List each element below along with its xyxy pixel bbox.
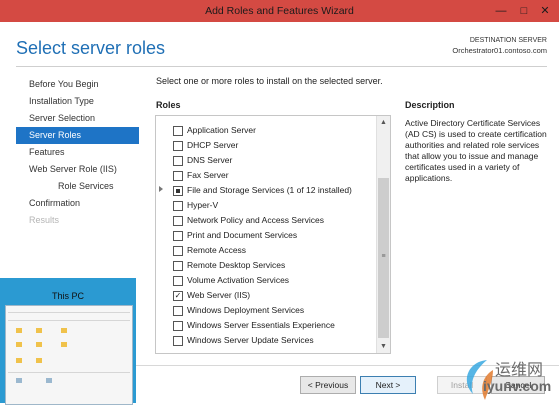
scroll-thumb[interactable]: ≡ (378, 178, 389, 338)
role-checkbox[interactable] (173, 186, 183, 196)
role-item[interactable]: Fax Server (156, 168, 376, 183)
role-item[interactable]: Volume Activation Services (156, 273, 376, 288)
role-label: Application Server (187, 125, 256, 135)
role-label: Network Policy and Access Services (187, 215, 324, 225)
role-label: File and Storage Services (1 of 12 insta… (187, 185, 352, 195)
thumbnail-title: This PC (51, 291, 84, 301)
nav-item-results: Results (29, 215, 60, 225)
watermark-text-url: iyunv.com (483, 378, 552, 394)
minimize-icon[interactable]: — (494, 4, 508, 18)
role-item[interactable]: Windows Deployment Services (156, 303, 376, 318)
role-label: Windows Deployment Services (187, 305, 305, 315)
destination-server-label: DESTINATION SERVER (469, 37, 547, 44)
role-item[interactable]: DNS Server (156, 153, 376, 168)
role-label: DNS Server (187, 155, 233, 165)
page-title: Select server roles (16, 38, 166, 58)
nav-item-features[interactable]: Features (16, 144, 139, 161)
role-label: Web Server (IIS) (187, 290, 251, 300)
role-item[interactable]: Application Server (156, 123, 376, 138)
expand-arrow-icon[interactable] (159, 186, 163, 192)
role-label: Volume Activation Services (187, 275, 290, 285)
role-item[interactable]: Windows Server Essentials Experience (156, 318, 376, 333)
role-checkbox[interactable] (173, 321, 183, 331)
title-bar: Add Roles and Features Wizard — □ ✕ (0, 0, 559, 22)
nav-item-confirmation[interactable]: Confirmation (16, 195, 139, 212)
window-title: Add Roles and Features Wizard (205, 5, 354, 17)
scroll-down-icon[interactable]: ▼ (377, 340, 390, 353)
scroll-up-icon[interactable]: ▲ (377, 116, 390, 129)
role-checkbox[interactable] (173, 171, 183, 181)
role-item[interactable]: File and Storage Services (1 of 12 insta… (156, 183, 376, 198)
nav-item-web-server-role[interactable]: Web Server Role (IIS) (16, 161, 139, 178)
role-item[interactable]: Hyper-V (156, 198, 376, 213)
role-checkbox[interactable] (173, 246, 183, 256)
role-label: DHCP Server (187, 140, 239, 150)
role-label: Fax Server (187, 170, 229, 180)
role-item[interactable]: Network Policy and Access Services (156, 213, 376, 228)
nav-item-server-selection[interactable]: Server Selection (16, 110, 139, 127)
role-label: Windows Server Update Services (187, 335, 314, 345)
role-item[interactable]: Windows Server Update Services (156, 333, 376, 348)
this-pc-thumbnail[interactable]: This PC (0, 278, 136, 405)
role-item[interactable]: ✓ Web Server (IIS) (156, 288, 376, 303)
role-checkbox[interactable] (173, 231, 183, 241)
role-checkbox[interactable] (173, 126, 183, 136)
role-checkbox[interactable] (173, 201, 183, 211)
role-label: Windows Server Essentials Experience (187, 320, 335, 330)
role-checkbox[interactable] (173, 156, 183, 166)
maximize-icon[interactable]: □ (517, 4, 531, 18)
role-checkbox[interactable] (173, 276, 183, 286)
watermark-text-cn: 运维网 (495, 362, 544, 379)
wizard-nav: Before You Begin Installation Type Serve… (16, 76, 139, 229)
role-label: Hyper-V (187, 200, 219, 210)
watermark-logo: 运维网 iyunv.com (455, 352, 559, 403)
roles-heading: Roles (156, 100, 181, 110)
description-text: Active Directory Certificate Services (A… (405, 118, 547, 183)
role-item[interactable]: Remote Desktop Services (156, 258, 376, 273)
previous-button[interactable]: < Previous (300, 376, 356, 394)
destination-server-name: Orchestrator01.contoso.com (452, 46, 547, 55)
nav-item-before-you-begin[interactable]: Before You Begin (16, 76, 139, 93)
close-icon[interactable]: ✕ (538, 4, 552, 18)
thumbnail-preview (5, 305, 133, 405)
roles-list: Application Server DHCP Server DNS Serve… (155, 115, 391, 354)
instruction-text: Select one or more roles to install on t… (156, 76, 383, 86)
role-checkbox[interactable] (173, 306, 183, 316)
role-item[interactable]: Print and Document Services (156, 228, 376, 243)
role-label: Remote Access (187, 245, 247, 255)
role-label: Remote Desktop Services (187, 260, 286, 270)
role-item[interactable]: Remote Access (156, 243, 376, 258)
role-item[interactable]: DHCP Server (156, 138, 376, 153)
header-divider (16, 66, 547, 67)
description-heading: Description (405, 100, 455, 110)
next-button[interactable]: Next > (360, 376, 416, 394)
role-label: Print and Document Services (187, 230, 298, 240)
role-checkbox[interactable] (173, 336, 183, 346)
nav-item-server-roles[interactable]: Server Roles (16, 127, 139, 144)
grip-icon: ≡ (381, 253, 386, 260)
role-checkbox[interactable] (173, 216, 183, 226)
role-checkbox[interactable] (173, 141, 183, 151)
role-checkbox[interactable]: ✓ (173, 291, 183, 301)
roles-scrollbar[interactable]: ▲ ≡ ▼ (376, 116, 390, 353)
nav-item-installation-type[interactable]: Installation Type (16, 93, 139, 110)
nav-item-role-services[interactable]: Role Services (16, 178, 139, 195)
role-checkbox[interactable] (173, 261, 183, 271)
